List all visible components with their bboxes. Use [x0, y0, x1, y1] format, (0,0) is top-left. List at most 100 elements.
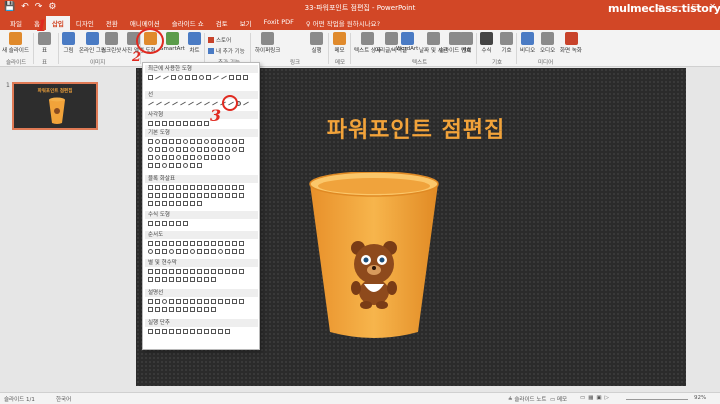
symbol-button[interactable]: 기호	[500, 32, 513, 54]
slide-thumbnail[interactable]: 파워포인트 점편집	[12, 82, 98, 130]
online-picture-icon	[86, 32, 100, 45]
video-button[interactable]: 비디오	[520, 32, 535, 54]
language-indicator[interactable]: 한국어	[56, 395, 71, 403]
shape-row[interactable]	[145, 199, 258, 207]
group-label-media: 미디어	[538, 60, 554, 66]
pi-icon	[480, 32, 493, 45]
shapes-section-block-arrows: 블록 화살표	[145, 175, 258, 207]
tab-design[interactable]: 디자인	[70, 16, 100, 30]
cup-with-bear-image[interactable]	[308, 172, 440, 342]
shape-row[interactable]	[145, 219, 258, 227]
shape-row[interactable]	[145, 183, 258, 191]
wordart-icon	[400, 32, 414, 45]
new-slide-button[interactable]: 새 슬라이드	[2, 32, 29, 54]
tab-transitions[interactable]: 전환	[100, 16, 124, 30]
shape-row[interactable]	[145, 275, 258, 283]
zoom-level[interactable]: 92%	[694, 395, 706, 401]
shapes-gallery-dropdown[interactable]: 최근에 사용한 도형 선 사각형 기본 도형 블록 화살표 수식 도형 순서도 …	[142, 62, 260, 350]
chart-button[interactable]: 차트	[188, 32, 201, 54]
hyperlink-button[interactable]: 하이퍼링크	[255, 32, 280, 54]
group-label-symbols: 기호	[492, 60, 503, 66]
store-icon	[208, 37, 214, 43]
group-separator	[250, 33, 251, 64]
comments-button[interactable]: ▭ 메모	[550, 395, 567, 403]
annotation-3: 3	[210, 106, 222, 125]
shapes-section-recent: 최근에 사용한 도형	[145, 65, 258, 81]
object-button[interactable]: 개체	[460, 32, 473, 54]
tab-file[interactable]: 파일	[4, 16, 28, 30]
group-separator	[350, 33, 351, 64]
shape-row[interactable]	[145, 153, 258, 161]
shape-row[interactable]	[145, 247, 258, 255]
shape-row[interactable]	[145, 99, 258, 107]
group-separator	[204, 33, 205, 64]
shape-row[interactable]	[145, 161, 258, 169]
my-addins-button[interactable]: 내 추가 기능	[208, 47, 245, 55]
watermark-site: mulmeclass.tistory.com	[608, 2, 720, 15]
new-slide-icon	[9, 32, 23, 45]
shape-row[interactable]	[145, 297, 258, 305]
group-label-slides: 슬라이드	[6, 60, 27, 66]
group-label-images: 이미지	[90, 60, 106, 66]
screen-record-button[interactable]: 화면 녹화	[560, 32, 582, 54]
store-button[interactable]: 스토어	[208, 36, 231, 44]
ribbon-insert: 새 슬라이드 슬라이드 표 표 그림 온라인 그림 스크린샷 사진 앨범 이미지…	[0, 30, 720, 67]
group-separator	[516, 33, 517, 64]
shapes-section-equation: 수식 도형	[145, 211, 258, 227]
tell-me-box[interactable]: ♀ 어떤 작업을 원하시나요?	[300, 16, 386, 30]
thumbnail-title: 파워포인트 점편집	[37, 89, 73, 94]
tab-slideshow[interactable]: 슬라이드 쇼	[166, 16, 210, 30]
group-label-links: 링크	[290, 60, 301, 66]
shape-row[interactable]	[145, 305, 258, 313]
audio-button[interactable]: 오디오	[540, 32, 555, 54]
wordart-button[interactable]: WordArt	[396, 32, 418, 52]
chart-icon	[188, 32, 201, 45]
zoom-slider[interactable]	[626, 399, 688, 400]
group-label-tables: 표	[42, 60, 48, 66]
hyperlink-icon	[261, 32, 275, 45]
shapes-section-lines: 선	[145, 91, 258, 107]
action-icon	[310, 32, 323, 45]
audio-icon	[541, 32, 555, 45]
smartart-icon	[165, 32, 179, 45]
comment-button[interactable]: 메모	[333, 32, 346, 54]
tab-foxit-pdf[interactable]: Foxit PDF	[258, 16, 300, 30]
shape-row[interactable]	[145, 119, 258, 127]
comment-icon	[333, 32, 346, 45]
group-separator	[58, 33, 59, 64]
annotation-circle-freeform	[222, 95, 238, 111]
ribbon-tabs: 파일 홈 삽입 디자인 전환 애니메이션 슬라이드 쇼 검토 보기 Foxit …	[0, 16, 720, 30]
table-button[interactable]: 표	[38, 32, 51, 54]
shape-row[interactable]	[145, 137, 258, 145]
thumbnail-cup-image	[49, 97, 65, 124]
group-label-comments: 메모	[335, 60, 346, 66]
slide-count: 슬라이드 1/1	[4, 397, 35, 403]
equation-button[interactable]: 수식	[480, 32, 493, 54]
view-buttons[interactable]: ▭▦▣▷	[580, 395, 612, 401]
shape-row[interactable]	[145, 73, 258, 81]
shape-row[interactable]	[145, 239, 258, 247]
video-icon	[521, 32, 535, 45]
shape-row[interactable]	[145, 191, 258, 199]
tab-view[interactable]: 보기	[234, 16, 258, 30]
screenshot-icon	[104, 32, 118, 45]
shape-row[interactable]	[145, 145, 258, 153]
shapes-section-callouts: 설명선	[145, 289, 258, 313]
shape-row[interactable]	[145, 267, 258, 275]
omega-icon	[500, 32, 513, 45]
tab-insert[interactable]: 삽입	[45, 16, 70, 30]
addins-icon	[208, 48, 214, 54]
screenshot-button[interactable]: 스크린샷	[101, 32, 121, 54]
group-separator	[328, 33, 329, 64]
date-time-icon	[426, 32, 440, 45]
group-separator	[476, 33, 477, 64]
slide-title[interactable]: 파워포인트 점편집	[286, 112, 546, 144]
notes-button[interactable]: ≜ 슬라이드 노트	[508, 395, 546, 403]
tab-review[interactable]: 검토	[210, 16, 234, 30]
thumbnail-number: 1	[6, 82, 10, 89]
action-button[interactable]: 실행	[310, 32, 323, 54]
picture-button[interactable]: 그림	[62, 32, 75, 54]
shapes-section-action-buttons: 실행 단추	[145, 319, 258, 335]
shape-row[interactable]	[145, 327, 258, 335]
object-icon	[460, 32, 473, 45]
